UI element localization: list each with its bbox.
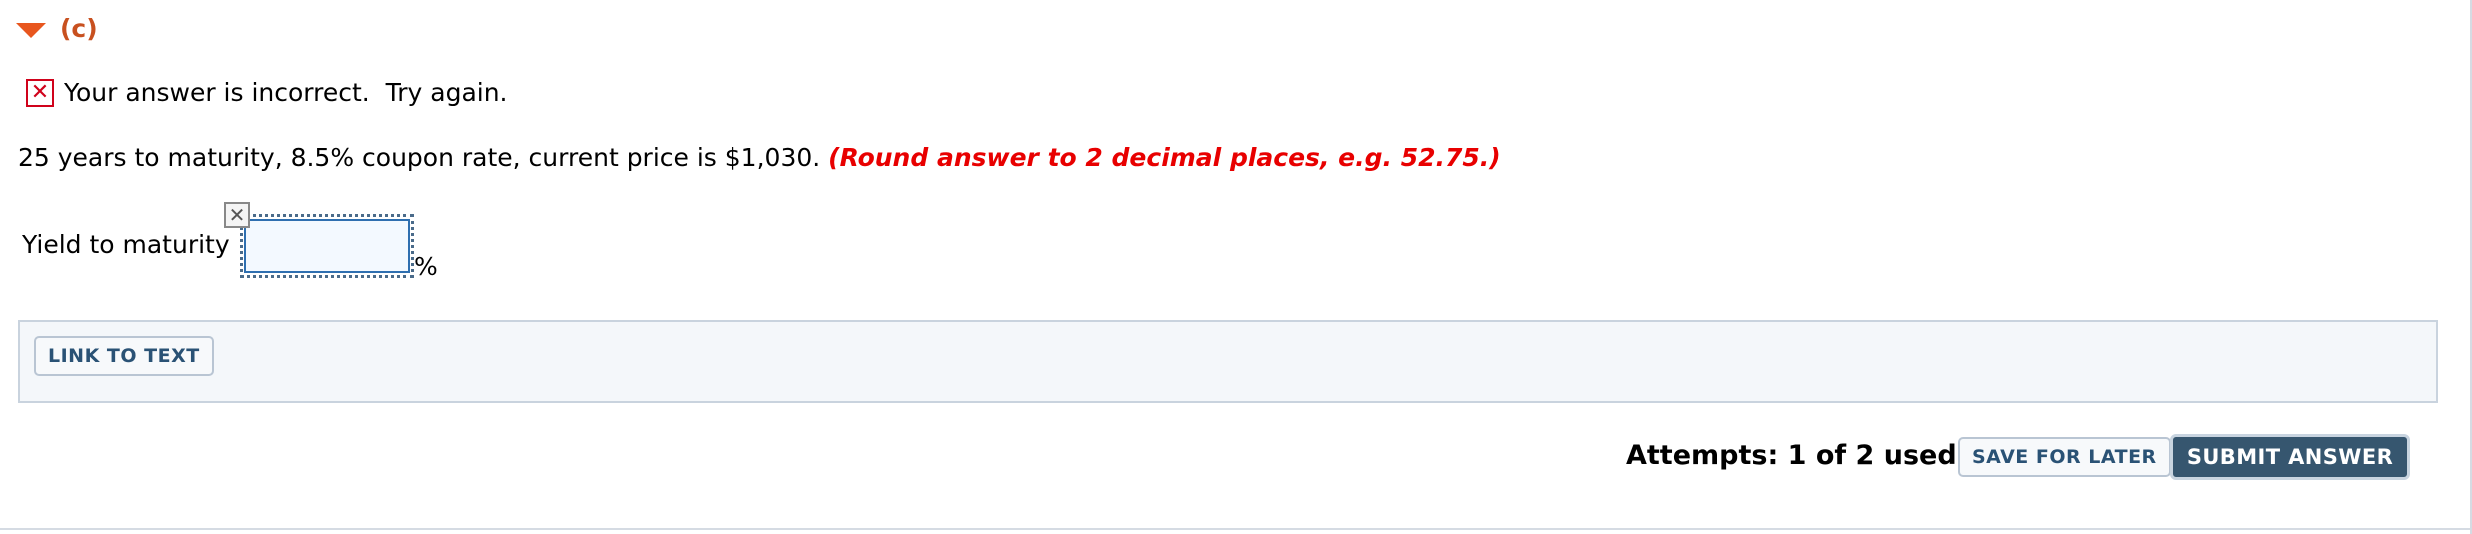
rounding-hint: (Round answer to 2 decimal places, e.g. … [828, 143, 1501, 172]
section-label[interactable]: (c) [60, 14, 98, 43]
clear-x-icon[interactable]: ✕ [224, 202, 250, 228]
save-for-later-button[interactable]: SAVE FOR LATER [1958, 437, 2171, 477]
caret-down-icon[interactable] [16, 22, 46, 38]
link-panel: LINK TO TEXT [18, 320, 2438, 403]
incorrect-x-icon: ✕ [26, 78, 54, 107]
submit-answer-button[interactable]: SUBMIT ANSWER [2170, 434, 2410, 480]
question-body: 25 years to maturity, 8.5% coupon rate, … [18, 143, 829, 172]
divider [0, 528, 2472, 530]
feedback-text: Your answer is incorrect. Try again. [64, 78, 508, 107]
answer-label: Yield to maturity [22, 230, 230, 259]
question-part-panel: (c) ✕ Your answer is incorrect. Try agai… [0, 0, 2472, 534]
percent-unit: % [414, 252, 438, 281]
feedback-message: ✕ Your answer is incorrect. Try again. [26, 78, 508, 107]
attempts-counter: Attempts: 1 of 2 used [1626, 440, 1957, 471]
yield-to-maturity-input[interactable] [244, 219, 410, 273]
question-text: 25 years to maturity, 8.5% coupon rate, … [18, 143, 1501, 172]
section-toggle[interactable]: (c) [16, 10, 98, 46]
link-to-text-button[interactable]: LINK TO TEXT [34, 336, 214, 376]
